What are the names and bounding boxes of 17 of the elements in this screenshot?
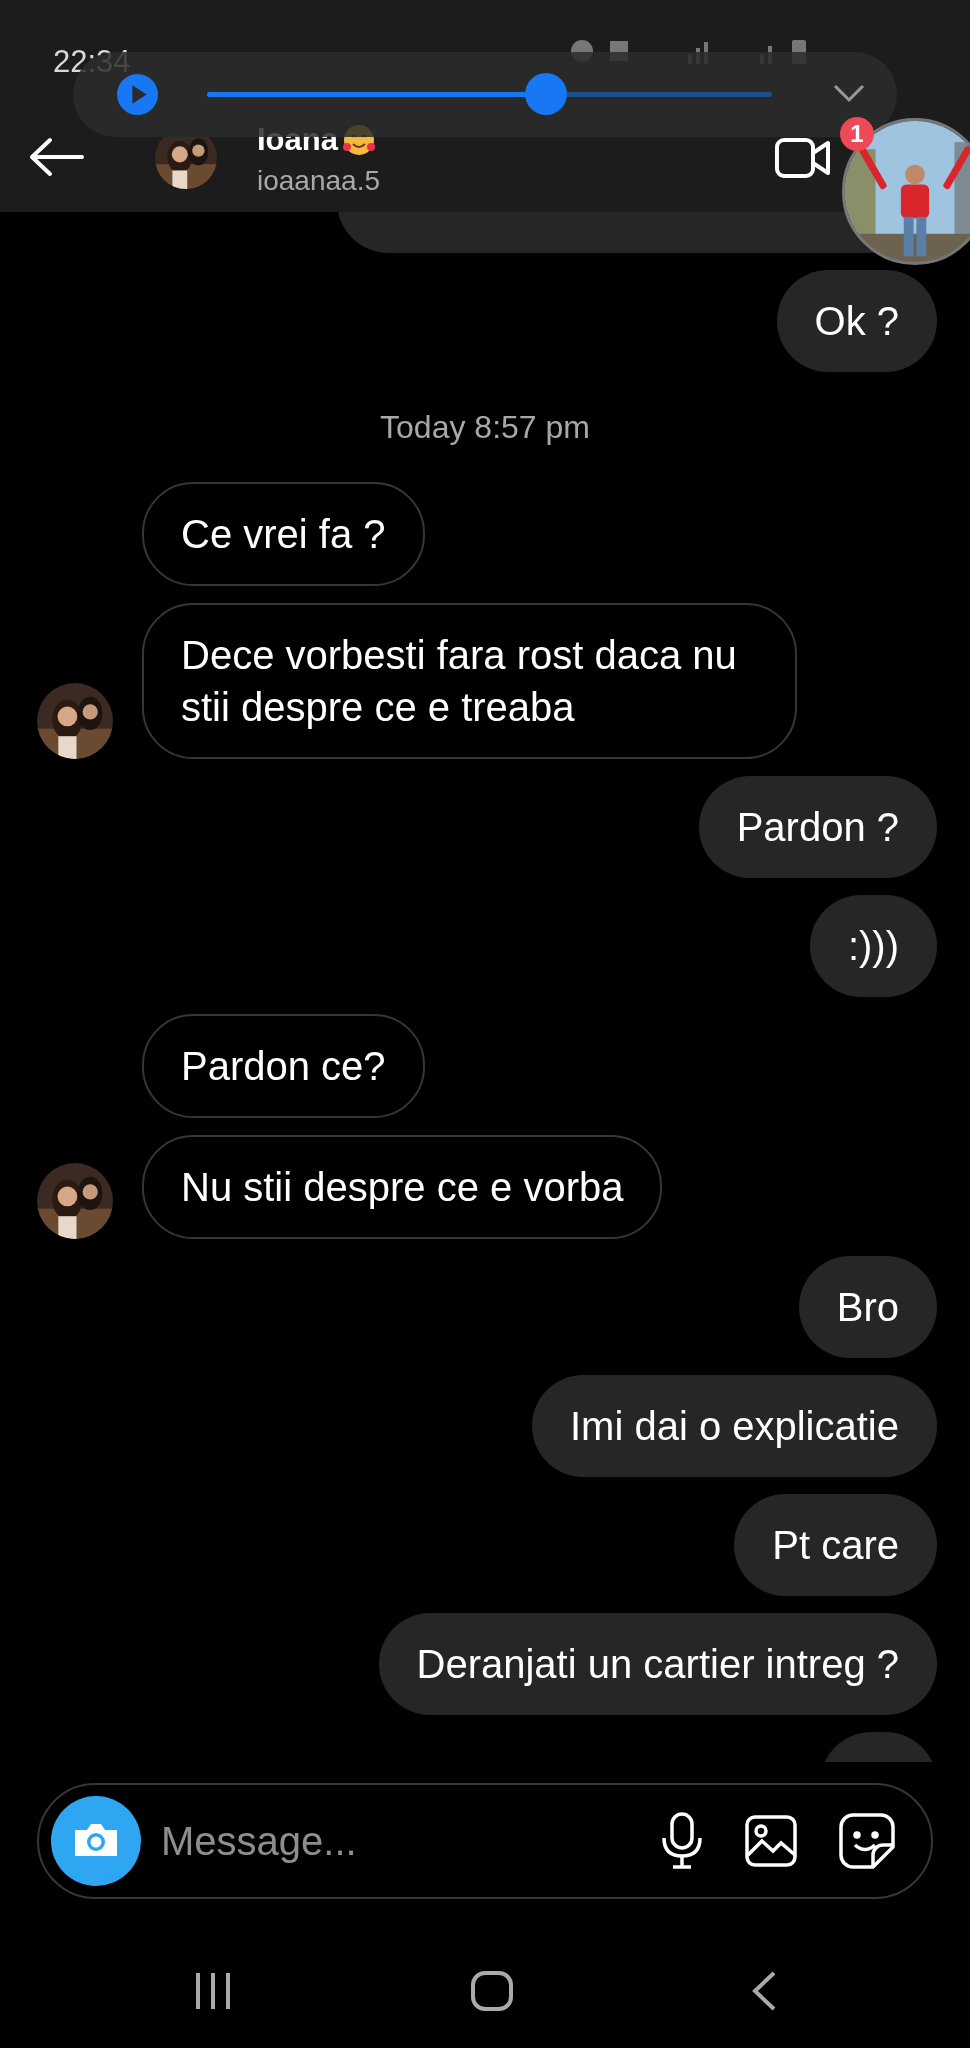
received-message: Dece vorbesti fara rost daca nu stii despre ce e treaba [142, 603, 797, 759]
sent-message: Bro [798, 1256, 937, 1358]
message-input[interactable]: Message... [161, 1811, 661, 1871]
sent-message: Imi dai o explicatie [531, 1375, 937, 1477]
sent-message: Ok ? [776, 270, 937, 372]
received-message: Ce vrei fa ? [142, 482, 425, 586]
sent-message: Pardon ? [698, 776, 937, 878]
received-message: Pardon ce? [142, 1014, 425, 1118]
status-time: 22:34 [53, 44, 131, 80]
message-field[interactable]: Message... [37, 1783, 933, 1899]
sent-message: Deranjati un cartier intreg ? [378, 1613, 937, 1715]
contact-username: ioaanaa.5 [257, 164, 380, 198]
message-timestamp: Today 8:57 pm [380, 410, 590, 444]
sent-message: :))) [809, 895, 937, 997]
received-message: Nu stii despre ce e vorba [142, 1135, 663, 1239]
sent-message: Pt care [734, 1494, 937, 1596]
contact-name: Ioana [257, 122, 338, 158]
